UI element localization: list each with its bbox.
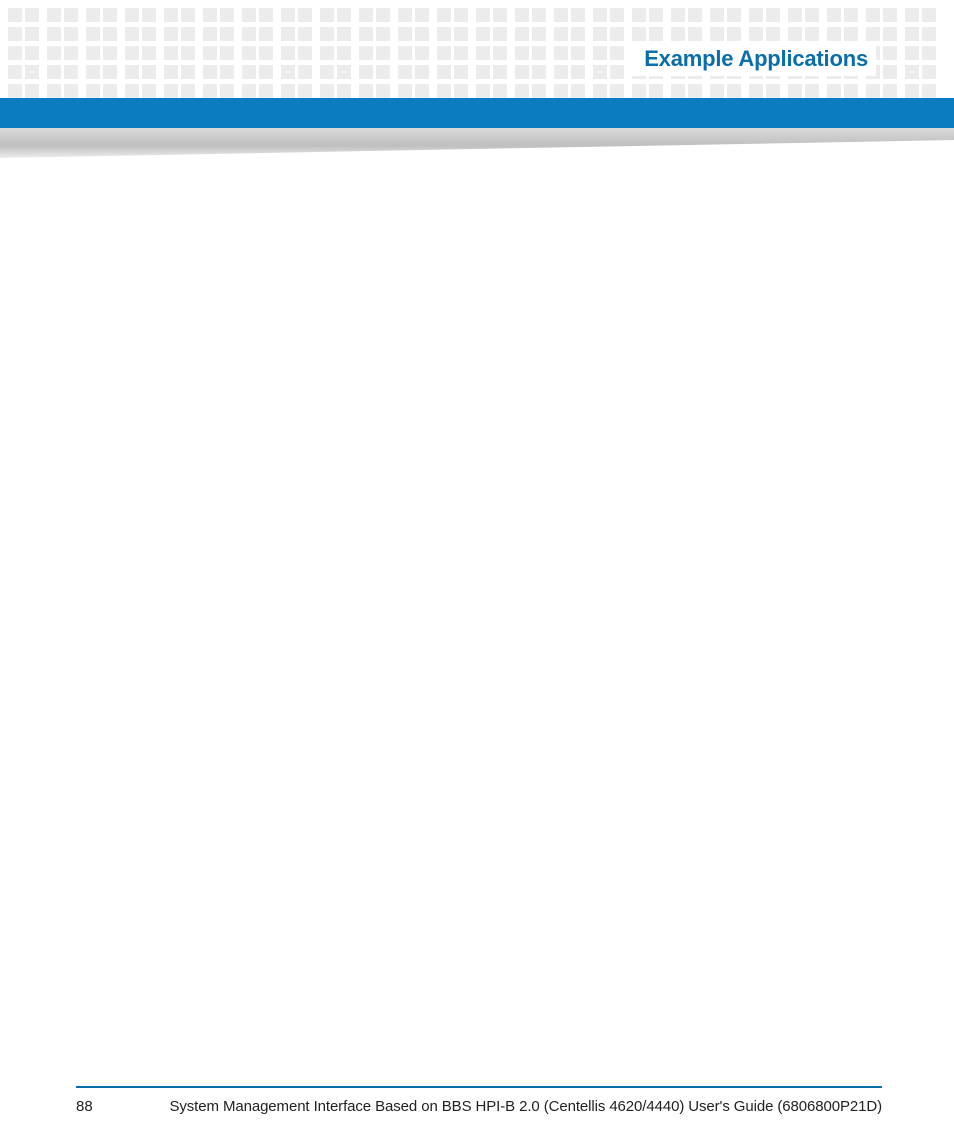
section-title: Example Applications	[632, 42, 876, 76]
gray-wedge-decoration	[0, 128, 954, 158]
document-title: System Management Interface Based on BBS…	[154, 1098, 882, 1115]
page-footer: 88 System Management Interface Based on …	[76, 1086, 882, 1115]
blue-decorative-bar	[0, 98, 954, 128]
page-number: 88	[76, 1098, 154, 1115]
